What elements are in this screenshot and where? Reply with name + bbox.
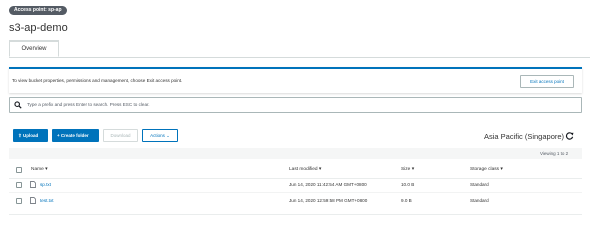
sort-down-icon: ▾	[45, 167, 48, 172]
sort-down-icon: ▾	[318, 167, 322, 172]
select-all-checkbox[interactable]	[16, 167, 22, 173]
search-placeholder: Type a prefix and press Enter to search.…	[27, 102, 150, 107]
table-pagination-bar	[9, 148, 582, 159]
last-modified-cell: Jun 14, 2020 11:42:54 AM GMT+0800	[289, 182, 367, 187]
tab-strip	[9, 40, 590, 58]
table-bottom-divider	[9, 214, 582, 215]
actions-label: Actions	[150, 133, 165, 138]
row-checkbox[interactable]	[16, 198, 22, 204]
upload-label: Upload	[23, 133, 39, 138]
file-icon	[30, 197, 36, 204]
access-point-badge: Access point: sp-ap	[9, 6, 67, 15]
file-icon	[30, 181, 36, 188]
exit-access-point-button[interactable]: Exit access point	[520, 75, 574, 88]
storage-class-cell: Standard	[470, 198, 489, 203]
tab-overview[interactable]: Overview	[9, 40, 59, 57]
upload-button[interactable]: ⇪ Upload	[13, 129, 48, 142]
refresh-icon[interactable]	[565, 131, 574, 140]
column-size[interactable]: Size ▾	[401, 167, 414, 172]
column-name[interactable]: Name ▾	[31, 167, 48, 172]
storage-class-cell: Standard	[470, 182, 489, 187]
column-last-modified[interactable]: Last modified ▾	[289, 167, 321, 172]
create-folder-button[interactable]: + Create folder	[52, 129, 99, 142]
sort-down-icon: ▾	[411, 167, 415, 172]
create-folder-label: Create folder	[60, 133, 89, 138]
sort-down-icon: ▾	[500, 167, 503, 172]
row-divider	[9, 192, 582, 193]
info-banner-text: To view bucket properties, permissions a…	[12, 78, 183, 83]
chevron-down-icon: ⌄	[166, 133, 170, 138]
row-checkbox[interactable]	[16, 182, 22, 188]
size-cell: 9.0 B	[401, 198, 412, 203]
last-modified-cell: Jun 14, 2020 12:59:58 PM GMT+0800	[289, 198, 368, 203]
plus-icon: +	[57, 133, 60, 138]
search-icon	[14, 101, 22, 109]
file-name-link[interactable]: test.txt	[40, 198, 54, 203]
actions-dropdown[interactable]: Actions ⌄	[142, 129, 178, 142]
page-title: s3-ap-demo	[9, 22, 68, 34]
viewing-count: Viewing 1 to 2	[540, 151, 569, 156]
download-button[interactable]: Download	[103, 129, 138, 142]
region-label: Asia Pacific (Singapore)	[484, 132, 565, 141]
upload-icon: ⇪	[18, 133, 22, 138]
file-name-link[interactable]: sp.txt	[40, 182, 51, 187]
size-cell: 10.0 B	[401, 182, 415, 187]
column-storage-class[interactable]: Storage class ▾	[470, 167, 503, 172]
